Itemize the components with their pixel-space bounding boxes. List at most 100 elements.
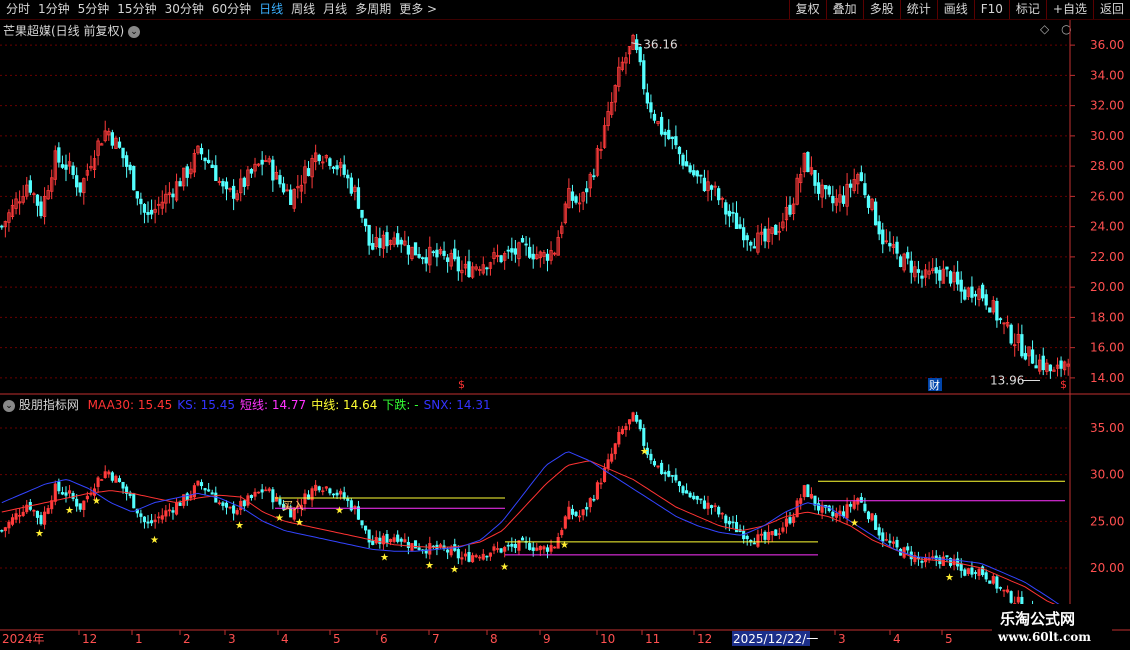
ind-candle-body	[267, 488, 271, 492]
ind-candle-body	[100, 479, 104, 481]
ind-candle-body	[613, 443, 617, 455]
ind-candle-body	[884, 539, 888, 541]
ind-candle-body	[877, 527, 881, 536]
ind-candle-body	[777, 533, 781, 535]
ind-candle-body	[189, 494, 193, 499]
ind-candle-body	[185, 493, 189, 501]
s-marker: $	[1060, 378, 1067, 391]
star-marker: ★	[150, 535, 159, 546]
ind-candle-body	[870, 513, 874, 521]
x-tick-label: 2	[183, 632, 191, 646]
x-tick-label: 1	[135, 632, 143, 646]
ind-candle-body	[920, 560, 924, 563]
star-marker: ★	[560, 540, 569, 551]
ind-candle-body	[542, 546, 546, 550]
ind-candle-body	[389, 538, 393, 543]
ind-candle-body	[699, 498, 703, 501]
ind-candle-body	[278, 498, 282, 505]
candle-body	[849, 183, 853, 188]
candle-body	[592, 175, 596, 178]
logo-line2: www.60lt.com	[998, 630, 1091, 644]
ind-candle-body	[481, 553, 485, 560]
ind-candle-body	[478, 556, 482, 559]
candle-body	[938, 269, 942, 281]
ind-candle-body	[207, 489, 211, 492]
ind-candle-body	[463, 553, 467, 557]
ind-candle-body	[85, 495, 89, 500]
ind-candle-body	[599, 482, 603, 485]
ind-candle-body	[150, 520, 154, 524]
ind-candle-body	[392, 537, 396, 542]
ind-candle-body	[977, 568, 981, 576]
ind-candle-body	[588, 498, 592, 508]
candle-body	[970, 286, 974, 298]
ind-candle-body	[10, 517, 15, 525]
ind-candle-body	[224, 502, 229, 508]
ind-candle-body	[496, 548, 500, 550]
ind-candle-body	[563, 516, 567, 529]
candle-body	[863, 183, 867, 196]
candle-body	[984, 294, 988, 306]
candle-body	[998, 318, 1003, 321]
candle-body	[510, 248, 514, 253]
candle-body	[424, 257, 428, 264]
ind-candle-body	[510, 543, 514, 547]
x-tick-label: 4	[281, 632, 289, 646]
candle-body	[816, 182, 821, 194]
ind-candle-body	[592, 498, 596, 501]
ind-candle-body	[802, 485, 806, 498]
ind-candle-body	[642, 427, 646, 446]
candle-body	[980, 284, 985, 299]
ind-candle-body	[164, 510, 168, 517]
x-tick-label: 6	[380, 632, 388, 646]
x-tick-label: 4	[893, 632, 901, 646]
ind-candle-body	[806, 484, 810, 498]
ind-candle-body	[995, 576, 999, 589]
candle-body	[378, 238, 382, 248]
ind-candle-body	[567, 506, 571, 520]
ind-candle-body	[114, 475, 118, 483]
ind-candle-body	[695, 496, 699, 500]
ind-candle-body	[991, 576, 995, 584]
candle-body	[57, 147, 61, 163]
candle-body	[699, 174, 703, 177]
x-tick-label: 9	[543, 632, 551, 646]
candle-body	[763, 228, 767, 242]
ind-candle-body	[257, 491, 261, 494]
star-marker: ★	[500, 562, 509, 573]
ind-candle-body	[578, 515, 582, 518]
ind-candle-body	[706, 502, 710, 509]
ind-candle-body	[217, 502, 221, 505]
ind-candle-body	[945, 555, 949, 558]
ind-candle-body	[249, 495, 253, 499]
ind-candle-body	[57, 481, 61, 492]
ind-candle-body	[906, 546, 910, 551]
candle-body	[431, 251, 435, 254]
ind-candle-body	[64, 492, 68, 496]
ind-candle-body	[831, 511, 835, 517]
ind-candle-body	[339, 490, 343, 495]
ind-candle-body	[103, 471, 107, 478]
candle-body	[214, 165, 218, 181]
ind-candle-body	[396, 534, 400, 542]
y-tick-label: 22.00	[1090, 250, 1124, 264]
y-tick-label: 28.00	[1090, 159, 1124, 173]
candle-body	[841, 195, 846, 204]
candle-body	[574, 196, 578, 203]
ind-candle-body	[652, 461, 657, 466]
ind-candle-body	[96, 477, 100, 487]
candle-body	[742, 227, 746, 241]
candle-body	[827, 186, 831, 195]
candle-body	[317, 154, 321, 162]
ind-candle-body	[492, 546, 496, 551]
ind-candle-body	[745, 535, 749, 540]
ind-candle-body	[321, 490, 325, 493]
ind-candle-body	[631, 412, 635, 422]
ind-candle-body	[895, 539, 899, 548]
ind-candle-body	[228, 506, 232, 509]
ind-candle-body	[374, 537, 378, 544]
ind-candle-body	[1016, 596, 1020, 603]
candle-body	[888, 242, 892, 247]
series-line-MAA30	[1, 460, 1069, 611]
ind-candle-body	[317, 486, 321, 491]
